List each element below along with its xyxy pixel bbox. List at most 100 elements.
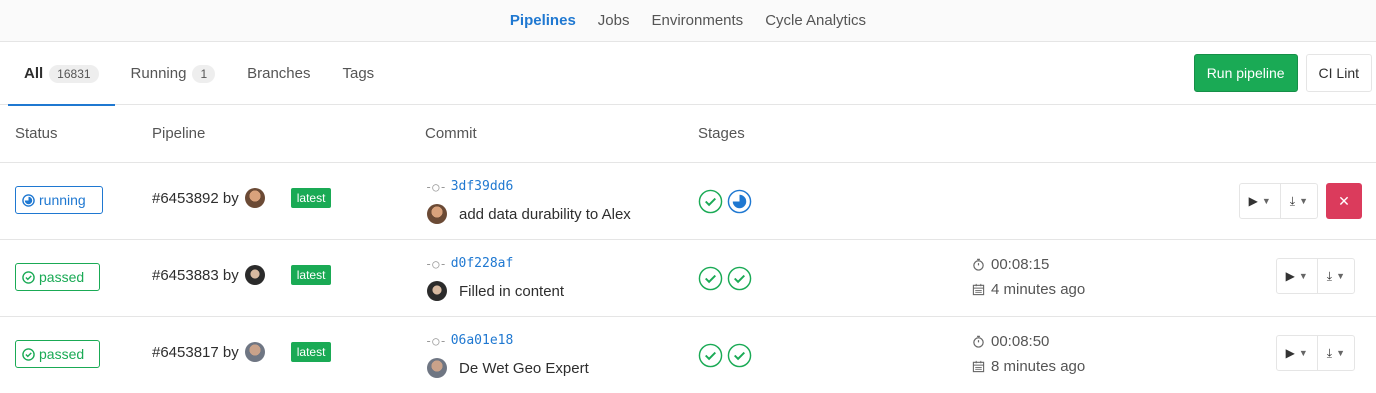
chevron-down-icon: ▼ [1298, 348, 1308, 358]
finished-value: 8 minutes ago [991, 358, 1086, 375]
header-actions: Run pipeline CI Lint [1193, 54, 1372, 92]
chevron-down-icon: ▼ [1299, 196, 1308, 206]
pipeline-link[interactable]: #6453817 by [152, 344, 239, 361]
ci-lint-button[interactable]: CI Lint [1305, 54, 1372, 92]
download-dropdown[interactable]: ⤓ ▼ [1316, 336, 1354, 370]
latest-badge: latest [290, 188, 332, 208]
play-dropdown[interactable]: ▶ ▼ [1277, 336, 1317, 370]
tab-running-label: Running [130, 65, 187, 82]
actions-group: ▶ ▼ ⤓ ▼ [1238, 183, 1318, 219]
table-row: passed #6453883 by latest -○- d0f228af F… [0, 240, 1376, 317]
download-dropdown[interactable]: ⤓ ▼ [1279, 184, 1317, 218]
chevron-down-icon: ▼ [1298, 271, 1308, 281]
stage-success-icon[interactable] [727, 343, 752, 368]
download-dropdown[interactable]: ⤓ ▼ [1316, 259, 1354, 293]
calendar-icon [972, 360, 985, 373]
duration-value: 00:08:15 [991, 256, 1050, 273]
finished-value: 4 minutes ago [991, 281, 1086, 298]
commit-message: De Wet Geo Expert [427, 358, 589, 378]
cancel-icon: ✕ [1338, 192, 1350, 209]
pipeline-link[interactable]: #6453892 by [152, 190, 239, 207]
commit-icon: -○- [425, 256, 447, 271]
play-dropdown[interactable]: ▶ ▼ [1240, 184, 1280, 218]
subnav-jobs[interactable]: Jobs [598, 12, 630, 29]
pipeline-id: #6453883 by latest [152, 265, 332, 285]
header-status: Status [15, 125, 58, 142]
subnav-pipelines[interactable]: Pipelines [510, 12, 576, 29]
commit-title[interactable]: De Wet Geo Expert [459, 360, 589, 377]
table-row: running #6453892 by latest -○- 3df39dd6 … [0, 163, 1376, 240]
stage-success-icon[interactable] [698, 266, 723, 291]
pipeline-actions: ▶ ▼ ⤓ ▼ [1275, 258, 1355, 294]
duration-value: 00:08:50 [991, 333, 1050, 350]
subnav-cycle-analytics[interactable]: Cycle Analytics [765, 12, 866, 29]
timer-icon [973, 335, 984, 348]
download-icon: ⤓ [1326, 345, 1333, 360]
commit-message: Filled in content [427, 281, 564, 301]
tab-running[interactable]: Running 1 [115, 42, 232, 105]
tab-all-label: All [24, 65, 44, 82]
header-commit: Commit [425, 125, 477, 142]
commit-sha: -○- d0f228af [425, 256, 513, 271]
passed-status-icon [22, 270, 35, 284]
download-icon: ⤓ [1289, 193, 1296, 208]
tab-tags[interactable]: Tags [327, 42, 391, 105]
stage-success-icon[interactable] [698, 343, 723, 368]
pipeline-id: #6453817 by latest [152, 342, 332, 362]
table-header: Status Pipeline Commit Stages [0, 105, 1376, 163]
avatar[interactable] [244, 342, 265, 362]
chevron-down-icon: ▼ [1336, 348, 1345, 358]
avatar[interactable] [427, 281, 447, 301]
play-icon: ▶ [1248, 194, 1258, 208]
play-icon: ▶ [1285, 269, 1295, 283]
commit-sha-link[interactable]: 3df39dd6 [451, 179, 514, 194]
pipeline-actions: ▶ ▼ ⤓ ▼ ✕ [1238, 183, 1362, 219]
stage-success-icon[interactable] [727, 266, 752, 291]
calendar-icon [972, 283, 985, 296]
tab-all[interactable]: All 16831 [8, 42, 115, 106]
status-badge[interactable]: passed [15, 340, 100, 368]
stage-success-icon[interactable] [698, 189, 723, 214]
commit-sha-link[interactable]: d0f228af [451, 256, 514, 271]
timer-icon [973, 258, 984, 271]
avatar[interactable] [427, 358, 447, 378]
duration: 00:08:15 [972, 256, 1049, 273]
latest-badge: latest [290, 265, 332, 285]
commit-message: add data durability to Alex [427, 204, 631, 224]
stage-running-icon[interactable] [727, 189, 752, 214]
commit-sha: -○- 06a01e18 [425, 333, 513, 348]
avatar[interactable] [244, 188, 265, 208]
latest-badge: latest [290, 342, 332, 362]
finished-at: 8 minutes ago [972, 358, 1085, 375]
download-icon: ⤓ [1326, 268, 1333, 283]
finished-at: 4 minutes ago [972, 281, 1085, 298]
commit-icon: -○- [425, 333, 447, 348]
cancel-button[interactable]: ✕ [1326, 183, 1362, 219]
status-badge[interactable]: running [15, 186, 103, 214]
pipelines-subnav: Pipelines Jobs Environments Cycle Analyt… [0, 0, 1376, 42]
duration: 00:08:50 [972, 333, 1049, 350]
status-badge[interactable]: passed [15, 263, 100, 291]
commit-sha-link[interactable]: 06a01e18 [451, 333, 514, 348]
pipeline-link[interactable]: #6453883 by [152, 267, 239, 284]
commit-title[interactable]: Filled in content [459, 283, 564, 300]
stages [698, 189, 752, 214]
table-row: passed #6453817 by latest -○- 06a01e18 D… [0, 317, 1376, 393]
subnav-environments[interactable]: Environments [651, 12, 743, 29]
actions-group: ▶ ▼ ⤓ ▼ [1275, 258, 1355, 294]
play-icon: ▶ [1285, 346, 1295, 360]
header-stages: Stages [698, 125, 745, 142]
tab-branches[interactable]: Branches [231, 42, 326, 105]
avatar[interactable] [427, 204, 447, 224]
run-pipeline-button[interactable]: Run pipeline [1193, 54, 1298, 92]
chevron-down-icon: ▼ [1336, 271, 1345, 281]
pipeline-actions: ▶ ▼ ⤓ ▼ [1275, 335, 1355, 371]
tab-tags-label: Tags [342, 65, 375, 82]
tab-all-count: 16831 [49, 64, 99, 83]
play-dropdown[interactable]: ▶ ▼ [1277, 259, 1317, 293]
avatar[interactable] [244, 265, 265, 285]
stages [698, 266, 752, 291]
status-label: running [39, 192, 86, 208]
scope-tabs-bar: All 16831 Running 1 Branches Tags Run pi… [0, 42, 1376, 106]
commit-title[interactable]: add data durability to Alex [459, 206, 631, 223]
